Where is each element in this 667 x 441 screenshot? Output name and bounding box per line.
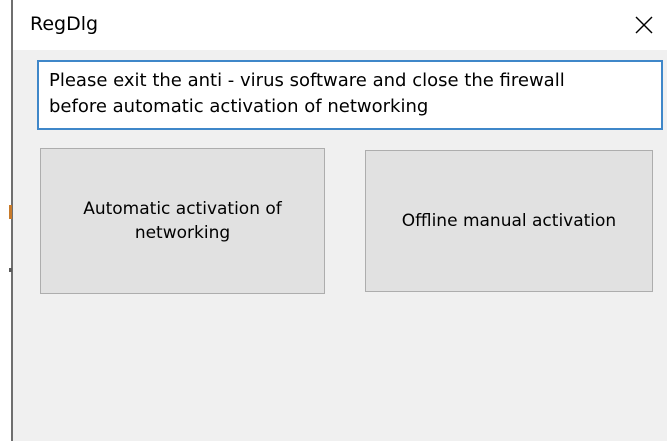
window-border-line xyxy=(11,0,13,441)
background-window-edge xyxy=(0,0,13,441)
edge-marker xyxy=(9,205,12,219)
regdlg-window: RegDlg Please exit the anti - virus soft… xyxy=(0,0,667,441)
instruction-message-box[interactable]: Please exit the anti - virus software an… xyxy=(37,60,663,130)
message-line-1: Please exit the anti - virus software an… xyxy=(49,70,565,91)
title-bar: RegDlg xyxy=(13,0,667,50)
offline-manual-activation-label: Offline manual activation xyxy=(401,211,617,231)
message-line-2: before automatic activation of networkin… xyxy=(49,96,429,117)
close-icon xyxy=(634,15,654,35)
offline-manual-activation-button[interactable]: Offline manual activation xyxy=(365,150,653,292)
automatic-activation-button[interactable]: Automatic activation of networking xyxy=(40,148,325,294)
edge-marker xyxy=(9,268,12,272)
automatic-activation-label: Automatic activation of networking xyxy=(83,199,282,243)
window-title: RegDlg xyxy=(30,13,99,35)
close-button[interactable] xyxy=(621,0,667,50)
